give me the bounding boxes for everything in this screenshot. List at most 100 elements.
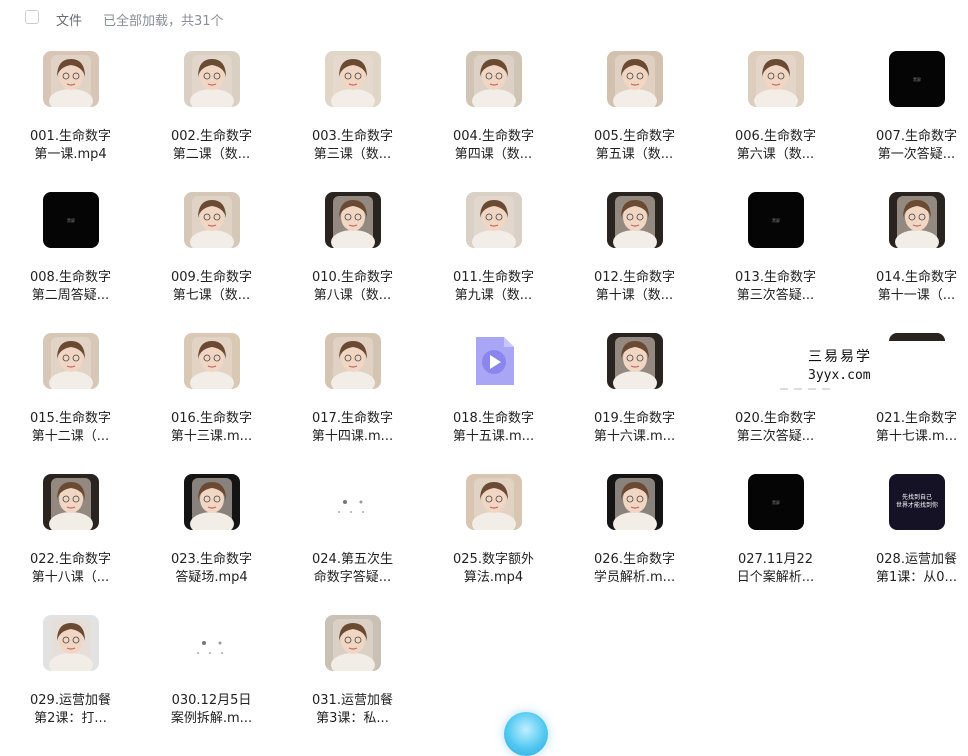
file-item[interactable]: 黑屏 027.11月22 日个案解析... (705, 474, 846, 614)
file-item[interactable]: 017.生命数字 第十四课.m... (282, 333, 423, 473)
svg-text:黑屏: 黑屏 (772, 499, 780, 505)
file-thumbnail[interactable]: 黑屏 (43, 192, 99, 248)
file-item[interactable]: 006.生命数字 第六课（数... (705, 51, 846, 191)
file-name-line2: 案例拆解.m... (170, 711, 253, 726)
file-name[interactable]: 028.运营加餐 第1课：从0... (846, 551, 968, 587)
file-item[interactable]: 黑屏 007.生命数字 第一次答疑... (846, 51, 968, 191)
file-thumbnail[interactable] (466, 474, 522, 530)
file-item[interactable]: 003.生命数字 第三课（数... (282, 51, 423, 191)
file-name[interactable]: 007.生命数字 第一次答疑... (846, 128, 968, 164)
file-thumbnail[interactable] (184, 615, 240, 671)
file-item[interactable]: 先找到自己 世界才能找到你 028.运营加餐 第1课：从0... (846, 474, 968, 614)
file-name[interactable]: 015.生命数字 第十二课（... (0, 410, 141, 446)
file-thumbnail[interactable] (607, 333, 663, 389)
file-name[interactable]: 002.生命数字 第二课（数... (141, 128, 282, 164)
file-name[interactable]: 001.生命数字 第一课.mp4 (0, 128, 141, 164)
file-thumbnail[interactable] (43, 51, 99, 107)
file-item[interactable]: 023.生命数字 答疑场.mp4 (141, 474, 282, 614)
file-name[interactable]: 012.生命数字 第十课（数... (564, 269, 705, 305)
file-name[interactable]: 005.生命数字 第五课（数... (564, 128, 705, 164)
file-thumbnail[interactable] (184, 474, 240, 530)
file-thumbnail[interactable] (43, 615, 99, 671)
file-thumbnail[interactable] (43, 474, 99, 530)
file-item[interactable]: 001.生命数字 第一课.mp4 (0, 51, 141, 191)
file-thumbnail[interactable] (607, 474, 663, 530)
file-name[interactable]: 031.运营加餐 第3课：私... (282, 692, 423, 728)
file-name[interactable]: 027.11月22 日个案解析... (705, 551, 846, 587)
file-thumbnail[interactable] (184, 333, 240, 389)
file-thumbnail[interactable] (325, 333, 381, 389)
file-name-line2: 学员解析.m... (593, 570, 676, 585)
file-thumbnail[interactable] (466, 192, 522, 248)
file-thumbnail[interactable] (184, 51, 240, 107)
file-item[interactable]: 010.生命数字 第八课（数... (282, 192, 423, 332)
file-thumbnail[interactable] (325, 474, 381, 530)
file-name[interactable]: 021.生命数字 第十七课.m... (846, 410, 968, 446)
file-name-line2: 第五课（数... (595, 147, 674, 162)
file-name[interactable]: 019.生命数字 第十六课.m... (564, 410, 705, 446)
file-thumbnail[interactable] (325, 192, 381, 248)
file-name-line1: 008.生命数字 (30, 270, 111, 285)
file-thumbnail[interactable] (889, 192, 945, 248)
file-name[interactable]: 006.生命数字 第六课（数... (705, 128, 846, 164)
file-name[interactable]: 029.运营加餐 第2课：打... (0, 692, 141, 728)
file-item[interactable]: 黑屏 013.生命数字 第三次答疑... (705, 192, 846, 332)
file-item[interactable]: 018.生命数字 第十五课.m... (423, 333, 564, 473)
file-item[interactable]: 004.生命数字 第四课（数... (423, 51, 564, 191)
file-name[interactable]: 023.生命数字 答疑场.mp4 (141, 551, 282, 587)
file-name[interactable]: 022.生命数字 第十八课（... (0, 551, 141, 587)
file-name[interactable]: 008.生命数字 第二周答疑... (0, 269, 141, 305)
file-item[interactable]: 024.第五次生 命数字答疑... (282, 474, 423, 614)
file-item[interactable]: 029.运营加餐 第2课：打... (0, 615, 141, 755)
file-name[interactable]: 025.数字额外 算法.mp4 (423, 551, 564, 587)
video-file-icon[interactable] (466, 333, 522, 389)
file-name[interactable]: 030.12月5日 案例拆解.m... (141, 692, 282, 728)
file-name[interactable]: 009.生命数字 第七课（数... (141, 269, 282, 305)
file-thumbnail[interactable]: 黑屏 (889, 51, 945, 107)
file-item[interactable]: 011.生命数字 第九课（数... (423, 192, 564, 332)
file-thumbnail[interactable] (607, 51, 663, 107)
svg-text:世界才能找到你: 世界才能找到你 (896, 501, 938, 509)
file-name[interactable]: 016.生命数字 第十三课.m... (141, 410, 282, 446)
file-thumbnail[interactable] (607, 192, 663, 248)
file-name[interactable]: 004.生命数字 第四课（数... (423, 128, 564, 164)
file-name-line2: 算法.mp4 (463, 570, 524, 585)
file-name-line1: 016.生命数字 (171, 411, 252, 426)
file-item[interactable]: 014.生命数字 第十一课（... (846, 192, 968, 332)
file-name[interactable]: 013.生命数字 第三次答疑... (705, 269, 846, 305)
file-thumbnail[interactable]: 黑屏 (748, 474, 804, 530)
file-name[interactable]: 017.生命数字 第十四课.m... (282, 410, 423, 446)
file-name-line2: 第十三课.m... (170, 429, 253, 444)
file-item[interactable]: 黑屏 008.生命数字 第二周答疑... (0, 192, 141, 332)
file-thumbnail[interactable] (43, 333, 99, 389)
file-item[interactable]: 012.生命数字 第十课（数... (564, 192, 705, 332)
file-name-line2: 第十课（数... (595, 288, 674, 303)
file-thumbnail[interactable]: 先找到自己 世界才能找到你 (889, 474, 945, 530)
file-item[interactable]: 009.生命数字 第七课（数... (141, 192, 282, 332)
file-item[interactable]: 025.数字额外 算法.mp4 (423, 474, 564, 614)
file-thumbnail[interactable] (325, 51, 381, 107)
file-item[interactable]: 022.生命数字 第十八课（... (0, 474, 141, 614)
file-name[interactable]: 011.生命数字 第九课（数... (423, 269, 564, 305)
file-thumbnail[interactable] (748, 51, 804, 107)
floating-assistant-icon[interactable] (504, 712, 548, 756)
file-thumbnail[interactable]: 黑屏 (748, 192, 804, 248)
file-item[interactable]: 016.生命数字 第十三课.m... (141, 333, 282, 473)
file-thumbnail[interactable] (466, 51, 522, 107)
file-item[interactable]: 030.12月5日 案例拆解.m... (141, 615, 282, 755)
file-name[interactable]: 026.生命数字 学员解析.m... (564, 551, 705, 587)
file-name[interactable]: 020.生命数字 第三次答疑... (705, 410, 846, 446)
file-item[interactable]: 015.生命数字 第十二课（... (0, 333, 141, 473)
file-name[interactable]: 024.第五次生 命数字答疑... (282, 551, 423, 587)
file-name[interactable]: 014.生命数字 第十一课（... (846, 269, 968, 305)
file-item[interactable]: 005.生命数字 第五课（数... (564, 51, 705, 191)
file-item[interactable]: 026.生命数字 学员解析.m... (564, 474, 705, 614)
file-thumbnail[interactable] (184, 192, 240, 248)
file-item[interactable]: 019.生命数字 第十六课.m... (564, 333, 705, 473)
file-thumbnail[interactable] (325, 615, 381, 671)
file-item[interactable]: 002.生命数字 第二课（数... (141, 51, 282, 191)
file-item[interactable]: 031.运营加餐 第3课：私... (282, 615, 423, 755)
file-name[interactable]: 018.生命数字 第十五课.m... (423, 410, 564, 446)
file-name[interactable]: 003.生命数字 第三课（数... (282, 128, 423, 164)
file-name[interactable]: 010.生命数字 第八课（数... (282, 269, 423, 305)
